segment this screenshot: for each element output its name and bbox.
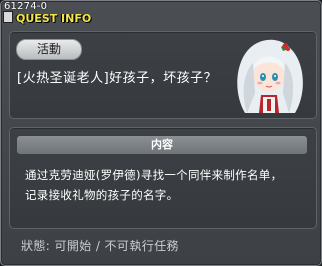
category-badge: 活動 <box>16 39 82 60</box>
window-title: QUEST INFO <box>3 11 91 25</box>
content-section-header: 内容 <box>17 136 307 154</box>
npc-portrait-icon <box>237 39 303 113</box>
quest-status: 狀態: 可開始 / 不可執行任務 <box>21 239 179 253</box>
description-line: 通过克劳迪娅(罗伊德)寻找一个同伴来制作名单， <box>25 168 283 182</box>
quest-description: 通过克劳迪娅(罗伊德)寻找一个同伴来制作名单， 记录接收礼物的孩子的名字。 <box>25 165 305 205</box>
quest-info-window: 61274-0 QUEST INFO 活動 [火热圣诞老人]好孩子，坏孩子？ 内… <box>0 0 322 266</box>
description-line: 记录接收礼物的孩子的名字。 <box>25 188 179 202</box>
quest-name: [火热圣诞老人]好孩子，坏孩子？ <box>17 71 218 86</box>
quest-scroll-icon <box>3 11 13 23</box>
window-title-text: QUEST INFO <box>16 12 92 25</box>
